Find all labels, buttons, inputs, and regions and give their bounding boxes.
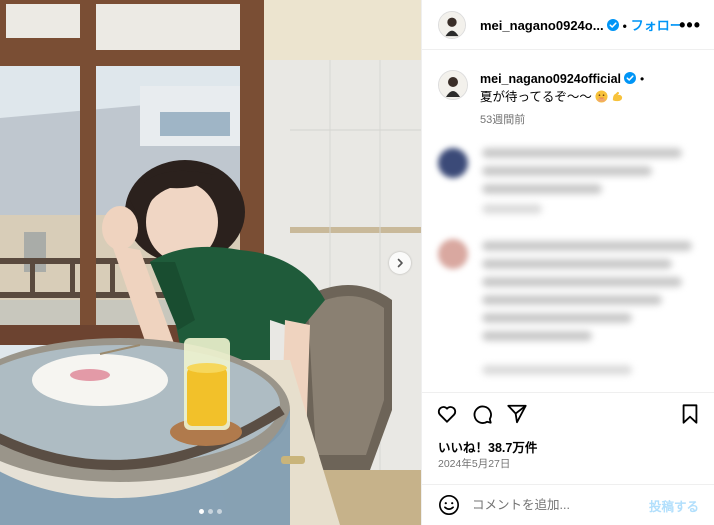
blurred-comment-line: [482, 331, 592, 341]
comment-composer: 投稿する: [422, 484, 714, 525]
carousel-dot[interactable]: [217, 509, 222, 514]
flexed-biceps-emoji: [612, 91, 623, 102]
caption-text: 夏が待ってるぞ〜〜: [480, 90, 592, 104]
avatar-image: [439, 11, 465, 38]
blurred-comment-meta: [482, 365, 632, 375]
comment-input[interactable]: [472, 498, 649, 512]
instagram-post: mei_nagano0924o... • フォロー ••• mei_nagano09…: [0, 0, 714, 525]
comment-avatar: [438, 239, 468, 269]
comment-list: [438, 140, 706, 390]
caption-text-line: 夏が待ってるぞ〜〜: [480, 88, 648, 106]
chevron-right-icon: [397, 258, 403, 268]
blurred-comment-line: [482, 148, 682, 158]
follow-button[interactable]: フォロー: [631, 18, 683, 33]
post-photo: [0, 0, 421, 525]
header-username-text[interactable]: mei_nagano0924o...: [480, 18, 604, 33]
carousel-dot[interactable]: [199, 509, 204, 514]
more-options-icon[interactable]: •••: [679, 16, 701, 34]
heart-icon[interactable]: [436, 403, 458, 425]
share-icon[interactable]: [506, 403, 528, 425]
post-header: mei_nagano0924o... • フォロー •••: [422, 0, 714, 50]
comment-avatar: [438, 148, 468, 178]
carousel-dot[interactable]: [208, 509, 213, 514]
blurred-comment-meta: [482, 204, 542, 214]
blurred-comment-line: [482, 241, 692, 251]
blurred-comment-line: [482, 184, 602, 194]
header-username[interactable]: mei_nagano0924o... • フォロー: [480, 15, 683, 34]
post-comment-button[interactable]: 投稿する: [649, 496, 699, 515]
blurred-comment-line: [482, 295, 662, 305]
post-media[interactable]: [0, 0, 421, 525]
bookmark-icon[interactable]: [679, 403, 701, 425]
smiling-face-emoji: [595, 90, 608, 103]
blurred-comment-line: [482, 313, 632, 323]
caption-timestamp: 53週間前: [480, 114, 526, 126]
comment-icon[interactable]: [471, 403, 493, 425]
post-side-panel: mei_nagano0924o... • フォロー ••• mei_nagano09…: [421, 0, 714, 525]
avatar-image: [439, 71, 467, 99]
like-count[interactable]: いいね！38.7万件: [438, 437, 537, 456]
action-bar: [422, 392, 714, 432]
avatar[interactable]: [438, 10, 466, 39]
header-separator: •: [622, 19, 627, 33]
emoji-smile-icon[interactable]: [438, 494, 460, 516]
caption-avatar[interactable]: [438, 70, 468, 100]
blurred-comment-line: [482, 277, 682, 287]
blurred-comment-line: [482, 259, 672, 269]
carousel-indicator: [0, 509, 421, 514]
post-caption: mei_nagano0924official • 夏が待ってるぞ〜〜 53週間前: [438, 70, 700, 129]
caption-separator: •: [640, 72, 645, 86]
carousel-next-button[interactable]: [389, 252, 411, 274]
caption-username[interactable]: mei_nagano0924official: [480, 72, 621, 86]
post-date[interactable]: 2024年5月27日: [438, 456, 510, 471]
blurred-comment-line: [482, 166, 652, 176]
verified-badge-icon: [624, 72, 637, 84]
verified-badge-icon: [606, 19, 619, 31]
